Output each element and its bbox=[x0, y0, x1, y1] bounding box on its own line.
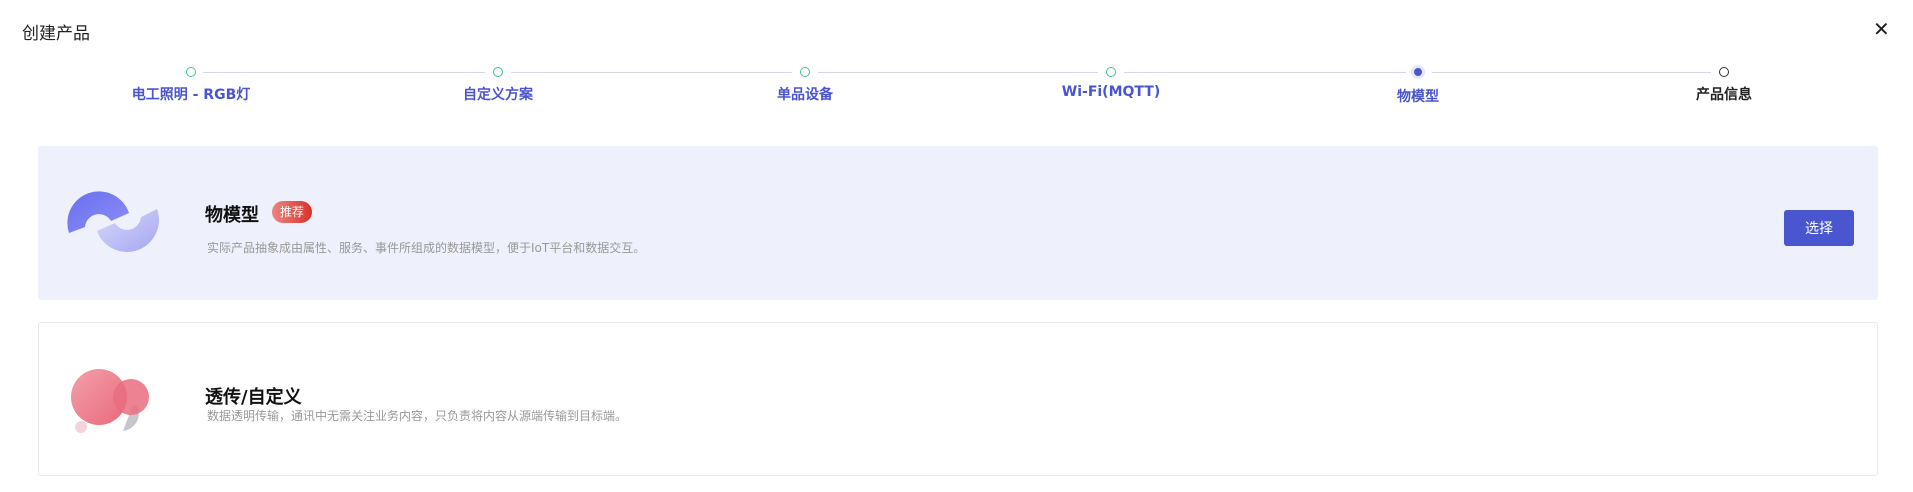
dialog-title: 创建产品 bbox=[22, 24, 90, 44]
step-todo-icon bbox=[1719, 67, 1729, 77]
option-card-passthrough[interactable]: 透传/自定义 数据透明传输，通讯中无需关注业务内容，只负责将内容从源端传输到目标… bbox=[38, 322, 1878, 476]
stepper: 电工照明 - RGB灯 自定义方案 单品设备 Wi-Fi(MQTT) 物模型 产… bbox=[0, 62, 1913, 112]
step-label: 自定义方案 bbox=[463, 87, 533, 103]
option-card-thing-model[interactable]: 物模型 推荐 实际产品抽象成由属性、服务、事件所组成的数据模型，便于IoT平台和… bbox=[38, 146, 1878, 300]
passthrough-icon bbox=[71, 369, 149, 433]
option-description: 数据透明传输，通讯中无需关注业务内容，只负责将内容从源端传输到目标端。 bbox=[207, 409, 628, 423]
step-1[interactable]: 电工照明 - RGB灯 bbox=[71, 62, 311, 104]
step-6: 产品信息 bbox=[1604, 62, 1844, 104]
step-done-icon bbox=[493, 67, 503, 77]
step-label: 物模型 bbox=[1397, 89, 1439, 105]
close-icon[interactable]: ✕ bbox=[1873, 17, 1890, 41]
option-description: 实际产品抽象成由属性、服务、事件所组成的数据模型，便于IoT平台和数据交互。 bbox=[207, 241, 646, 255]
step-done-icon bbox=[1106, 67, 1116, 77]
thing-model-icon bbox=[67, 191, 159, 252]
step-4[interactable]: Wi-Fi(MQTT) bbox=[991, 62, 1231, 100]
select-button[interactable]: 选择 bbox=[1784, 210, 1854, 246]
step-done-icon bbox=[800, 67, 810, 77]
step-done-icon bbox=[186, 67, 196, 77]
step-label: 电工照明 - RGB灯 bbox=[131, 87, 251, 103]
step-label: Wi-Fi(MQTT) bbox=[1061, 84, 1161, 100]
option-title: 物模型 bbox=[205, 205, 259, 226]
step-3[interactable]: 单品设备 bbox=[685, 62, 925, 104]
step-label: 产品信息 bbox=[1696, 87, 1752, 103]
step-current-icon bbox=[1411, 65, 1425, 79]
step-label: 单品设备 bbox=[777, 87, 833, 103]
recommended-badge: 推荐 bbox=[272, 201, 312, 223]
option-title: 透传/自定义 bbox=[205, 387, 302, 408]
step-5[interactable]: 物模型 bbox=[1298, 62, 1538, 106]
step-2[interactable]: 自定义方案 bbox=[378, 62, 618, 104]
